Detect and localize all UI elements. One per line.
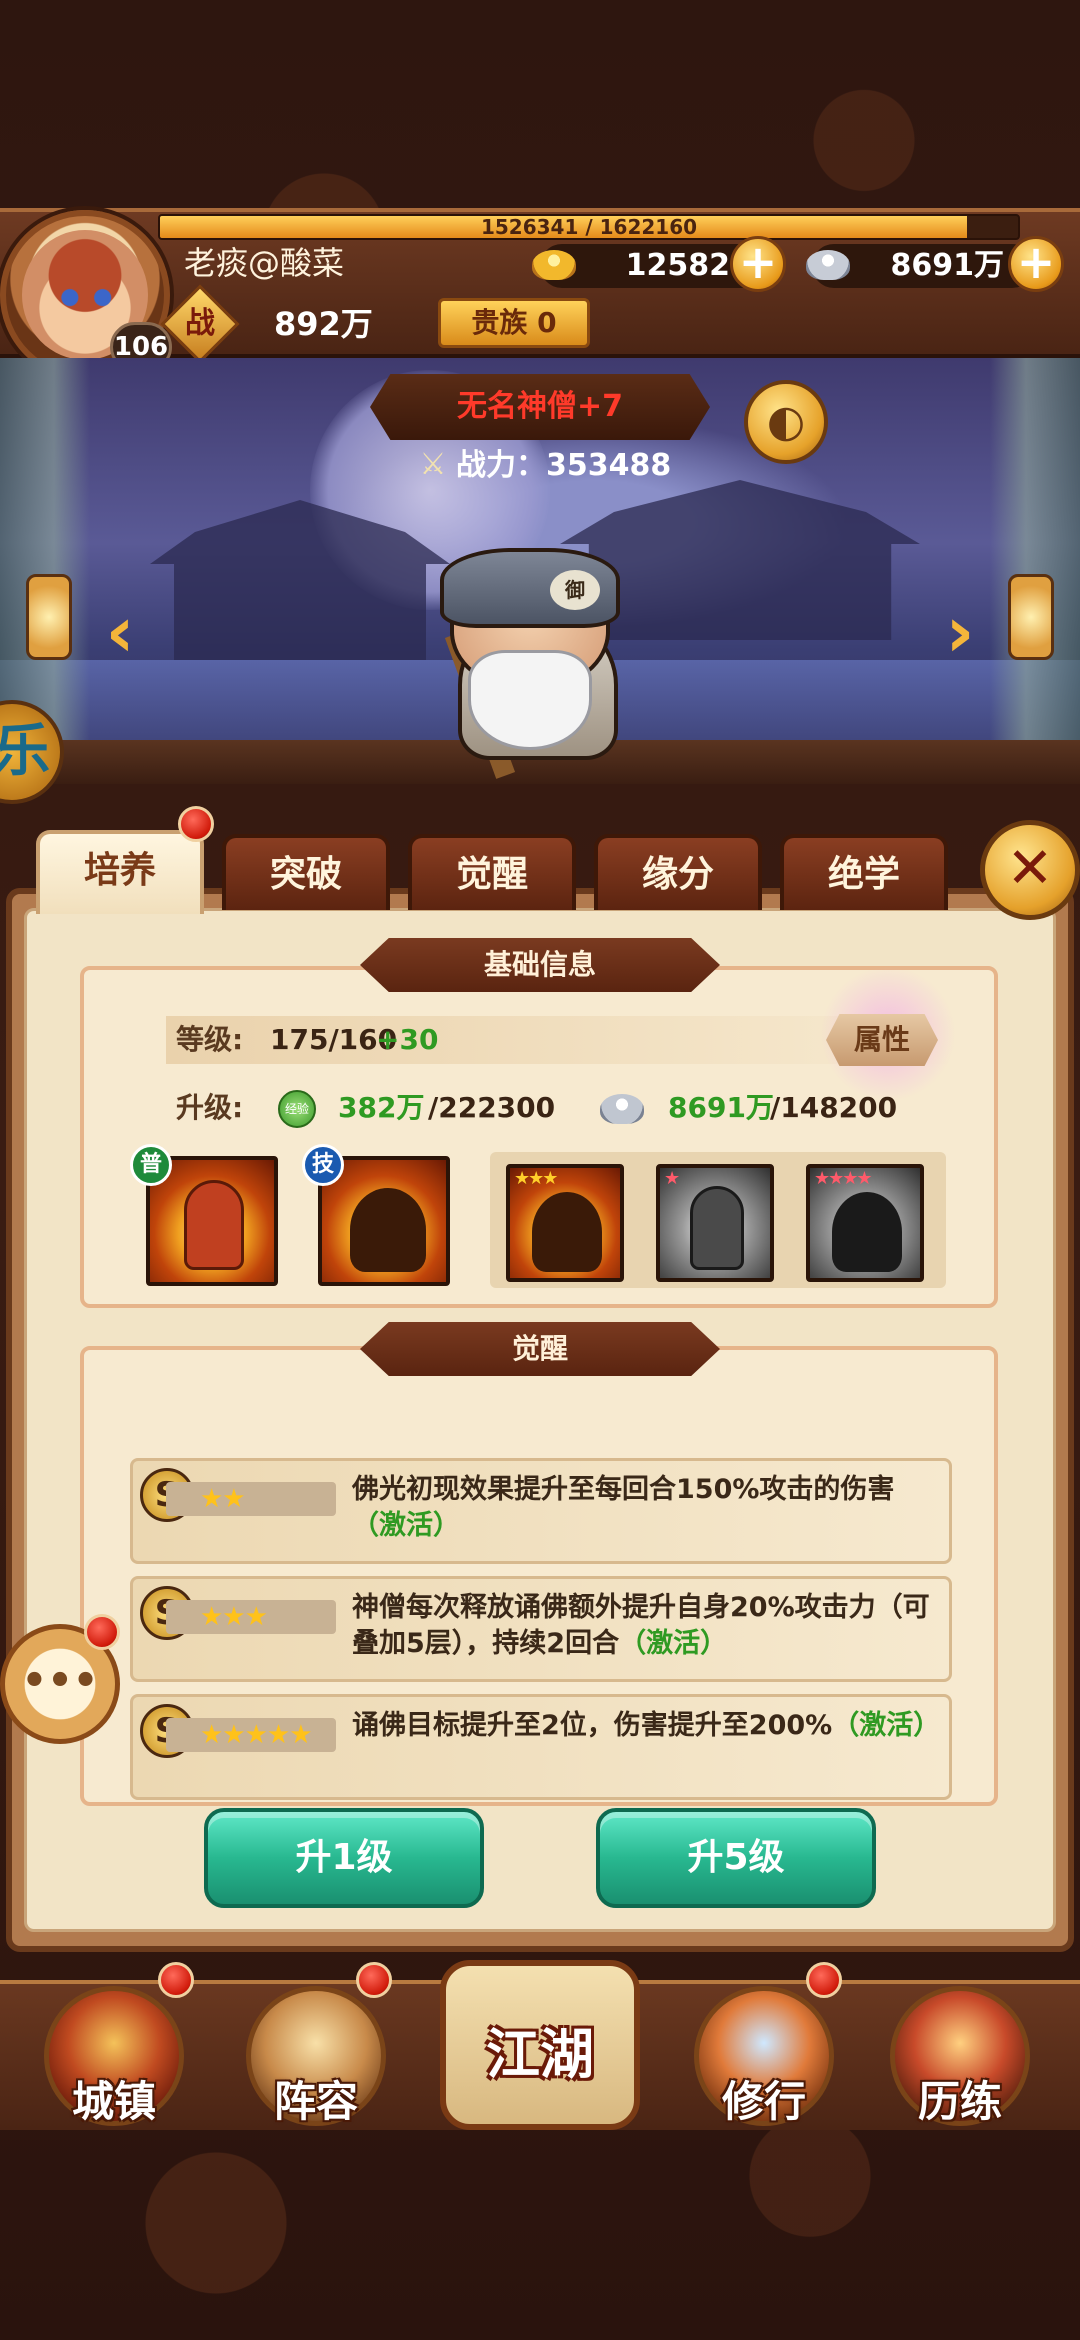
exp-have: 382万 bbox=[338, 1091, 425, 1124]
awaken-header: 觉醒 bbox=[360, 1322, 720, 1376]
normal-skill-badge: 普 bbox=[130, 1144, 172, 1186]
notification-dot bbox=[178, 806, 214, 842]
silver-have: 8691万 bbox=[668, 1091, 774, 1124]
star-rating-icon: ★★★★ bbox=[814, 1168, 873, 1189]
lantern-icon bbox=[26, 574, 72, 660]
exp-pill-icon: 经验 bbox=[278, 1090, 316, 1128]
awaken-stars: ★★★★★ bbox=[166, 1718, 336, 1752]
nav-train-label[interactable]: 修行 bbox=[684, 2068, 844, 2129]
tab-breakthrough[interactable]: 突破 bbox=[222, 834, 390, 910]
upgrade-1-level-button[interactable]: 升1级 bbox=[204, 1808, 484, 1908]
silver-ingot-icon bbox=[600, 1094, 644, 1124]
curtain-right bbox=[990, 358, 1080, 770]
palm-icon bbox=[184, 1180, 244, 1270]
exp-text: 1526341 / 1622160 bbox=[480, 215, 698, 239]
awaken-effect-description: 诵佛目标提升至2位，伤害提升至200% bbox=[352, 1710, 833, 1741]
notification-dot bbox=[158, 1962, 194, 1998]
awaken-effect-text: 神僧每次释放诵佛额外提升自身20%攻击力（可叠加5层），持续2回合（激活） bbox=[352, 1590, 942, 1662]
silver-value: 8691万 bbox=[890, 248, 1005, 283]
tab-cultivate[interactable]: 培养 bbox=[36, 830, 204, 914]
nav-experience-label[interactable]: 历练 bbox=[880, 2068, 1040, 2129]
lantern-icon bbox=[1008, 574, 1054, 660]
hero-voice-button[interactable]: ◐ bbox=[744, 380, 828, 464]
level-bonus: +30 bbox=[376, 1023, 439, 1056]
attribute-button[interactable]: 属性 bbox=[826, 1014, 938, 1066]
noble-badge[interactable]: 贵族 0 bbox=[438, 298, 590, 348]
hat-emblem: 御 bbox=[550, 570, 600, 610]
player-name: 老痰@酸菜 bbox=[184, 244, 345, 282]
add-gold-button[interactable]: + bbox=[730, 236, 786, 292]
activated-tag: （激活） bbox=[619, 1628, 728, 1659]
monk-silhouette-icon bbox=[350, 1188, 426, 1272]
notification-dot bbox=[356, 1962, 392, 1998]
evolution-card-1[interactable]: ★★★ bbox=[506, 1164, 624, 1282]
tab-fate[interactable]: 缘分 bbox=[594, 834, 762, 910]
awaken-effect-text: 佛光初现效果提升至每回合150%攻击的伤害 （激活） bbox=[352, 1472, 922, 1544]
awaken-effect-text: 诵佛目标提升至2位，伤害提升至200%（激活） bbox=[352, 1708, 942, 1744]
nav-jianghu-label[interactable]: 江湖 bbox=[440, 2010, 640, 2089]
tab-ultimate[interactable]: 绝学 bbox=[780, 834, 948, 910]
add-silver-button[interactable]: + bbox=[1008, 236, 1064, 292]
silver-need: /148200 bbox=[770, 1091, 898, 1124]
nav-team-label[interactable]: 阵容 bbox=[236, 2068, 396, 2129]
hero-name: 无名神僧+7 bbox=[456, 389, 623, 424]
next-hero-arrow[interactable]: › bbox=[936, 592, 984, 672]
hero-beard bbox=[468, 650, 592, 750]
awaken-effect-description: 佛光初现效果提升至每回合150%攻击的伤害 bbox=[352, 1474, 895, 1505]
palm-icon bbox=[690, 1186, 744, 1270]
upgrade-label: 升级: bbox=[176, 1091, 244, 1124]
awaken-stars: ★★★ bbox=[166, 1600, 336, 1634]
notification-dot bbox=[806, 1962, 842, 1998]
evolution-card-2[interactable]: ★ bbox=[656, 1164, 774, 1282]
hero-power: 战力：353488 bbox=[456, 448, 672, 483]
exp-need: /222300 bbox=[428, 1091, 556, 1124]
star-rating-icon: ★★★ bbox=[514, 1168, 558, 1189]
nav-town-label[interactable]: 城镇 bbox=[34, 2068, 194, 2129]
level-label: 等级: bbox=[176, 1023, 244, 1056]
monk-silhouette-icon bbox=[832, 1192, 902, 1272]
awaken-stars: ★★ bbox=[166, 1482, 336, 1516]
tab-awaken[interactable]: 觉醒 bbox=[408, 834, 576, 910]
battle-power-icon-label: 战 bbox=[185, 306, 215, 341]
upgrade-5-levels-button[interactable]: 升5级 bbox=[596, 1808, 876, 1908]
evolution-card-3[interactable]: ★★★★ bbox=[806, 1164, 924, 1282]
activated-tag: （激活） bbox=[832, 1710, 941, 1741]
player-power: 892万 bbox=[274, 305, 373, 343]
previous-hero-arrow[interactable]: ‹ bbox=[96, 592, 144, 672]
activated-tag: （激活） bbox=[352, 1510, 460, 1541]
active-skill-badge: 技 bbox=[302, 1144, 344, 1186]
monk-silhouette-icon bbox=[532, 1192, 602, 1272]
close-icon[interactable]: ✕ bbox=[980, 820, 1080, 920]
star-rating-icon: ★ bbox=[664, 1168, 680, 1189]
notification-dot bbox=[84, 1614, 120, 1650]
gold-value: 12582 bbox=[625, 248, 730, 283]
crossed-swords-icon: ⚔ bbox=[419, 447, 447, 482]
basic-info-header: 基础信息 bbox=[360, 938, 720, 992]
